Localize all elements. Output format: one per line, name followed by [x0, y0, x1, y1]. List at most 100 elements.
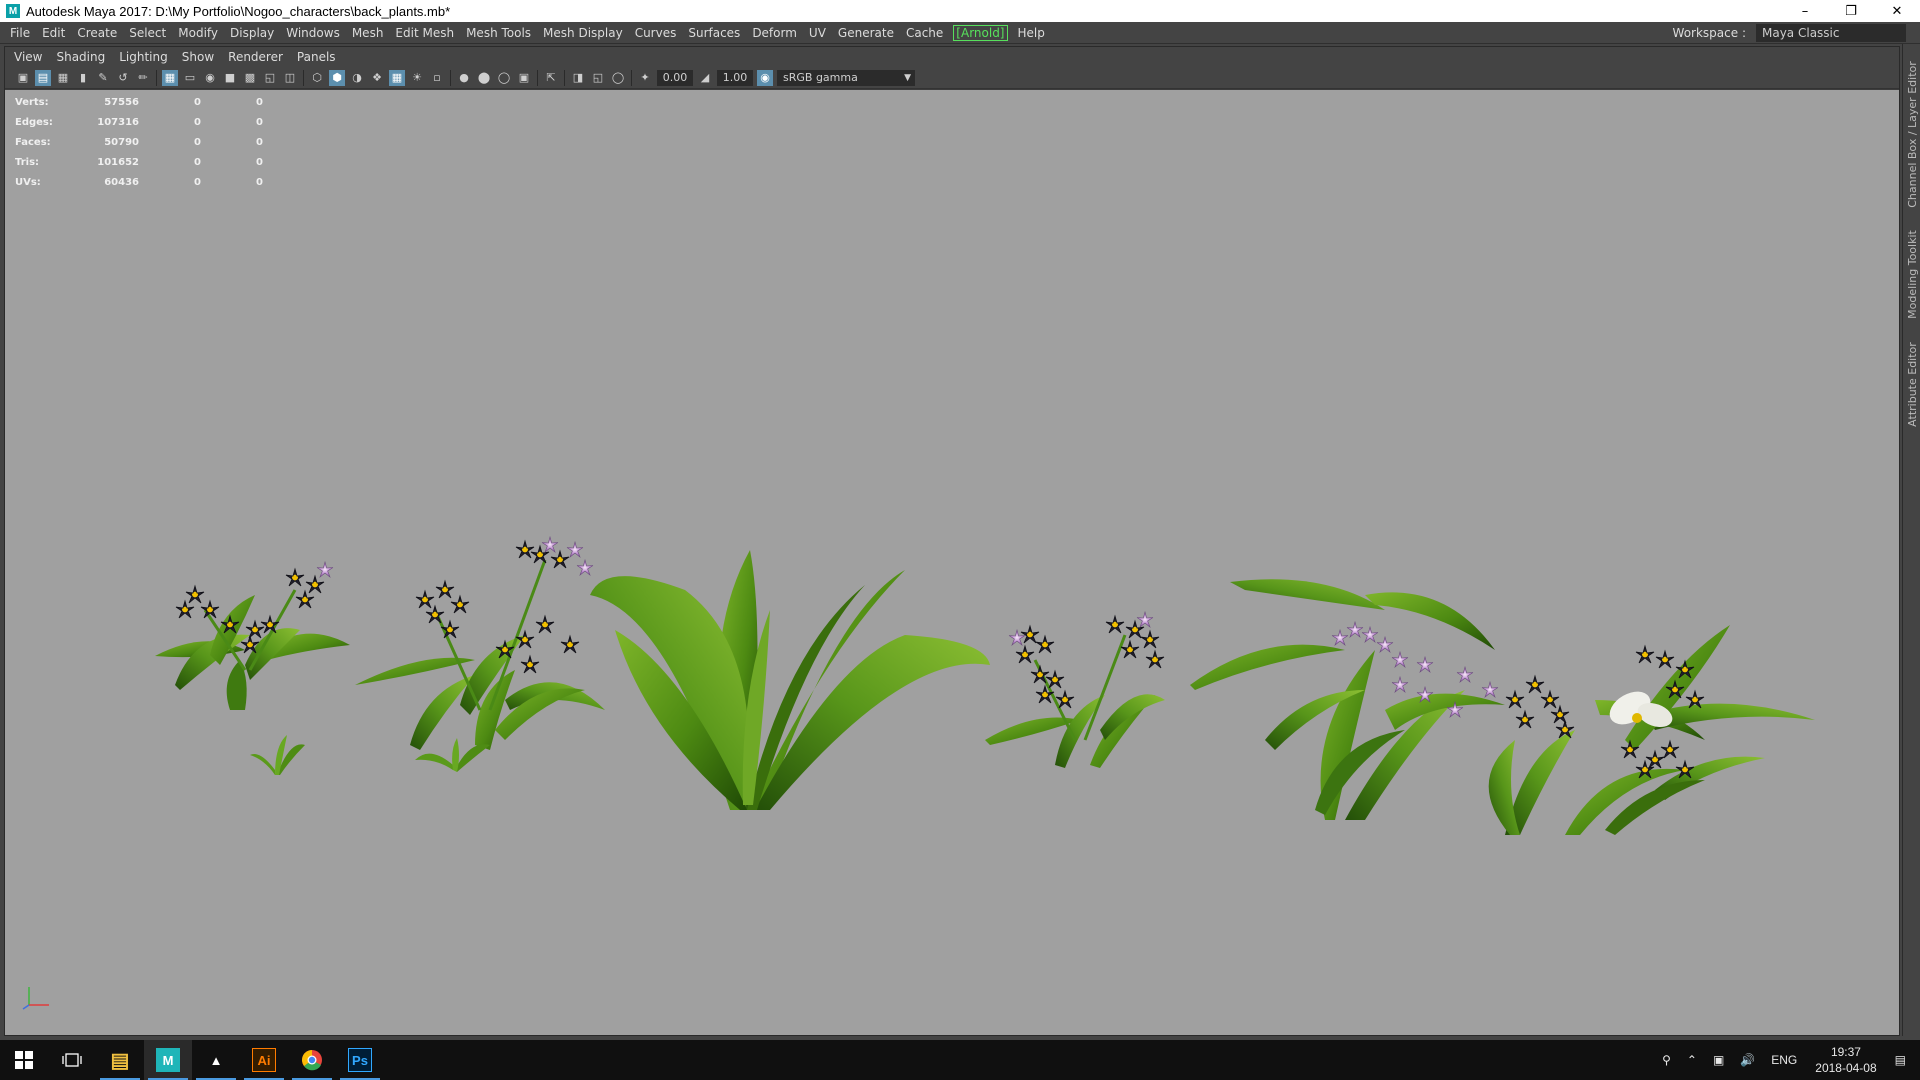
- pencil-icon[interactable]: ✏: [135, 70, 151, 86]
- color-management-icon[interactable]: ◉: [757, 69, 773, 86]
- plant-flowers-4: [985, 611, 1165, 768]
- textured-icon[interactable]: ❖: [369, 70, 385, 86]
- menu-display[interactable]: Display: [224, 22, 280, 44]
- grease-pencil-icon[interactable]: ↺: [115, 70, 131, 86]
- main-menu-bar: File Edit Create Select Modify Display W…: [0, 22, 1920, 44]
- chevron-up-icon[interactable]: ⌃: [1687, 1053, 1697, 1067]
- menu-surfaces[interactable]: Surfaces: [682, 22, 746, 44]
- isolate-select-icon[interactable]: ▣: [516, 70, 532, 86]
- taskbar-illustrator[interactable]: Ai: [240, 1040, 288, 1080]
- gate-mask-icon[interactable]: ■: [222, 70, 238, 86]
- gamma-icon[interactable]: ◢: [697, 70, 713, 86]
- wireframe-icon[interactable]: ⬡: [309, 70, 325, 86]
- plant-models-render[interactable]: [5, 90, 1899, 1035]
- language-indicator[interactable]: ENG: [1771, 1053, 1797, 1067]
- bookmarks-icon[interactable]: ▦: [55, 70, 71, 86]
- menu-edit-mesh[interactable]: Edit Mesh: [389, 22, 460, 44]
- menu-select[interactable]: Select: [123, 22, 172, 44]
- panel-menu-shading[interactable]: Shading: [49, 50, 112, 64]
- panel-menu-view[interactable]: View: [5, 50, 49, 64]
- poly-count-hud: Verts: 57556 0 0 Edges: 107316 0 0 Faces…: [15, 92, 263, 192]
- restore-button[interactable]: ❐: [1828, 0, 1874, 22]
- start-button[interactable]: [0, 1040, 48, 1080]
- photoshop-icon: Ps: [348, 1048, 372, 1072]
- hud-label: Verts:: [15, 96, 49, 108]
- safe-title-icon[interactable]: ◫: [282, 70, 298, 86]
- panel-menu-renderer[interactable]: Renderer: [221, 50, 290, 64]
- image-plane-icon[interactable]: ▮: [75, 70, 91, 86]
- menu-cache[interactable]: Cache: [900, 22, 949, 44]
- plant-flowers-2: [355, 536, 605, 772]
- xray-active-components-icon[interactable]: ◱: [590, 70, 606, 86]
- window-controls: – ❐ ✕: [1782, 0, 1920, 22]
- select-camera-icon[interactable]: ▣: [15, 70, 31, 86]
- gamma-field[interactable]: 1.00: [717, 69, 753, 86]
- grid-toggle-icon[interactable]: ▦: [162, 69, 178, 86]
- tab-attribute-editor-label: Attribute Editor: [1905, 341, 1919, 427]
- action-center-icon[interactable]: ▤: [1895, 1053, 1906, 1067]
- tab-channel-box[interactable]: Channel Box / Layer Editor: [1903, 54, 1920, 214]
- tab-attribute-editor[interactable]: Attribute Editor: [1903, 334, 1920, 434]
- field-chart-icon[interactable]: ▩: [242, 70, 258, 86]
- menu-mesh-tools[interactable]: Mesh Tools: [460, 22, 537, 44]
- taskbar-chrome[interactable]: [288, 1040, 336, 1080]
- smooth-shade-icon[interactable]: ⬢: [329, 69, 345, 86]
- viewport-panel: View Shading Lighting Show Renderer Pane…: [4, 46, 1900, 1036]
- menu-generate[interactable]: Generate: [832, 22, 900, 44]
- menu-curves[interactable]: Curves: [629, 22, 683, 44]
- camera-attributes-icon[interactable]: ▤: [35, 69, 51, 86]
- network-icon[interactable]: ▣: [1713, 1053, 1724, 1067]
- motion-blur-icon[interactable]: ●: [456, 70, 472, 86]
- backface-culling-icon[interactable]: ◯: [610, 70, 626, 86]
- menu-deform[interactable]: Deform: [746, 22, 803, 44]
- tab-modeling-toolkit[interactable]: Modeling Toolkit: [1903, 224, 1920, 324]
- menu-mesh[interactable]: Mesh: [346, 22, 390, 44]
- clock[interactable]: 19:37 2018-04-08: [1815, 1044, 1876, 1076]
- perspective-viewport[interactable]: Verts: 57556 0 0 Edges: 107316 0 0 Faces…: [5, 90, 1899, 1035]
- toolbar-separator: [537, 69, 538, 86]
- view-transform-dropdown[interactable]: sRGB gamma ▼: [777, 69, 915, 86]
- exposure-field[interactable]: 0.00: [657, 69, 693, 86]
- hud-row-tris: Tris: 101652 0 0: [15, 152, 263, 172]
- shadows-icon[interactable]: ☀: [409, 70, 425, 86]
- resolution-gate-icon[interactable]: ◉: [202, 70, 218, 86]
- xray-icon[interactable]: ⇱: [543, 70, 559, 86]
- panel-menu-bar: View Shading Lighting Show Renderer Pane…: [5, 47, 1899, 67]
- taskbar-photoshop[interactable]: Ps: [336, 1040, 384, 1080]
- volume-icon[interactable]: 🔊: [1740, 1053, 1755, 1067]
- xray-joints-icon[interactable]: ◨: [570, 70, 586, 86]
- depth-of-field-icon[interactable]: ◯: [496, 70, 512, 86]
- close-button[interactable]: ✕: [1874, 0, 1920, 22]
- menu-uv[interactable]: UV: [803, 22, 832, 44]
- taskbar-maya[interactable]: M: [144, 1040, 192, 1080]
- clock-time: 19:37: [1830, 1045, 1861, 1059]
- people-icon[interactable]: ⚲: [1662, 1053, 1671, 1067]
- safe-action-icon[interactable]: ◱: [262, 70, 278, 86]
- panel-menu-show[interactable]: Show: [175, 50, 221, 64]
- taskbar-file-explorer[interactable]: ▤: [96, 1040, 144, 1080]
- task-view-button[interactable]: [48, 1040, 96, 1080]
- exposure-icon[interactable]: ✦: [637, 70, 653, 86]
- panel-menu-panels[interactable]: Panels: [290, 50, 343, 64]
- menu-modify[interactable]: Modify: [172, 22, 224, 44]
- task-view-icon: [62, 1053, 82, 1067]
- menu-help[interactable]: Help: [1012, 22, 1051, 44]
- multisample-aa-icon[interactable]: ⬤: [476, 70, 492, 86]
- minimize-button[interactable]: –: [1782, 0, 1828, 22]
- screen-space-ao-icon[interactable]: ▫: [429, 70, 445, 86]
- workspace-label: Workspace :: [1672, 26, 1746, 40]
- menu-edit[interactable]: Edit: [36, 22, 71, 44]
- taskbar-photos[interactable]: ▲: [192, 1040, 240, 1080]
- panel-menu-lighting[interactable]: Lighting: [112, 50, 175, 64]
- two-d-pan-icon[interactable]: ✎: [95, 70, 111, 86]
- wireframe-on-shaded-icon[interactable]: ◑: [349, 70, 365, 86]
- menu-create[interactable]: Create: [71, 22, 123, 44]
- menu-file[interactable]: File: [0, 22, 36, 44]
- menu-arnold[interactable]: [Arnold]: [953, 24, 1008, 41]
- hud-value: 101652: [97, 156, 139, 168]
- use-all-lights-icon[interactable]: ▦: [389, 69, 405, 86]
- menu-mesh-display[interactable]: Mesh Display: [537, 22, 629, 44]
- menu-windows[interactable]: Windows: [280, 22, 346, 44]
- film-gate-icon[interactable]: ▭: [182, 70, 198, 86]
- workspace-dropdown[interactable]: Maya Classic: [1756, 24, 1906, 42]
